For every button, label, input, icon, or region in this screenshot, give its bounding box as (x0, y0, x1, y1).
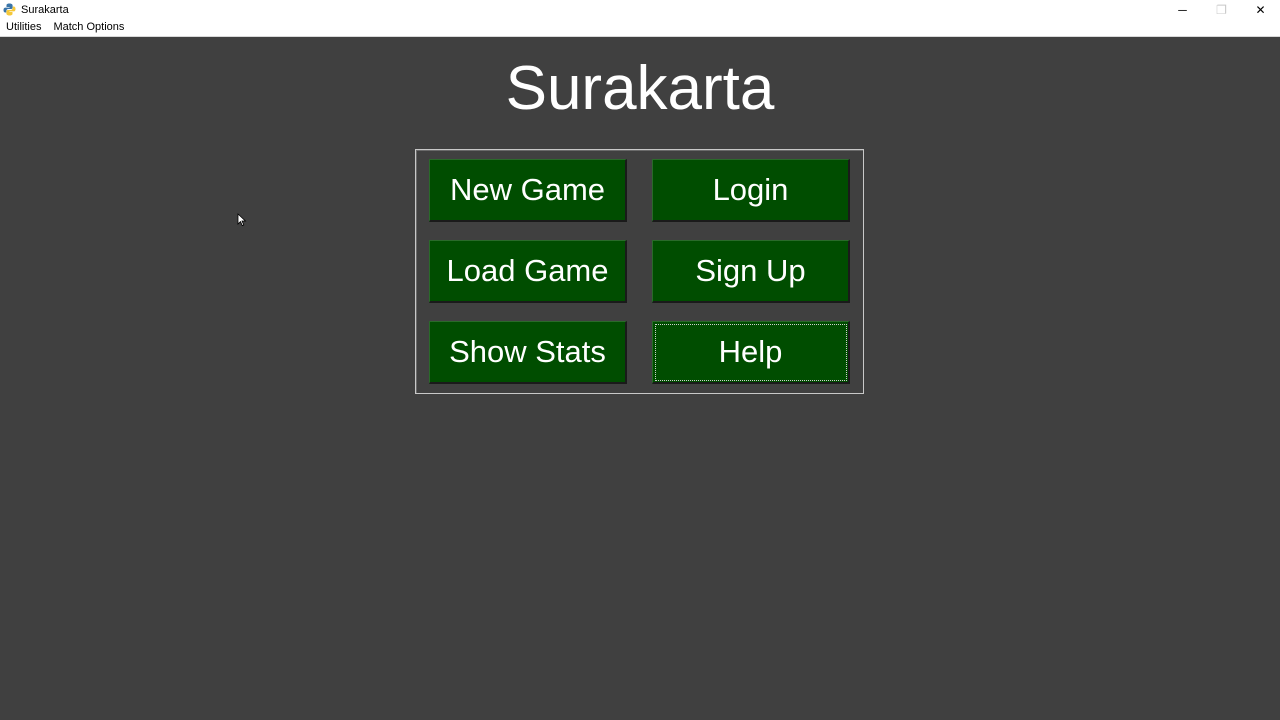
menu-match-options[interactable]: Match Options (47, 19, 130, 36)
new-game-button[interactable]: New Game (429, 159, 627, 222)
sign-up-button[interactable]: Sign Up (652, 240, 850, 303)
main-menu-panel: New Game Login Load Game Sign Up Show St… (415, 149, 864, 394)
close-button[interactable]: ✕ (1241, 0, 1280, 19)
mouse-pointer-icon (237, 213, 247, 227)
load-game-button[interactable]: Load Game (429, 240, 627, 303)
python-app-icon (3, 3, 16, 16)
maximize-button[interactable]: ❐ (1202, 0, 1241, 19)
minimize-button[interactable]: ─ (1163, 0, 1202, 19)
menu-utilities[interactable]: Utilities (0, 19, 47, 36)
app-window: Surakarta ─ ❐ ✕ Utilities Match Options … (0, 0, 1280, 720)
title-bar: Surakarta ─ ❐ ✕ (0, 0, 1280, 19)
show-stats-button[interactable]: Show Stats (429, 321, 627, 384)
page-title: Surakarta (505, 54, 775, 123)
window-controls: ─ ❐ ✕ (1163, 0, 1280, 19)
help-button[interactable]: Help (652, 321, 850, 384)
login-button[interactable]: Login (652, 159, 850, 222)
window-title: Surakarta (21, 3, 69, 16)
menu-bar: Utilities Match Options (0, 19, 1280, 37)
